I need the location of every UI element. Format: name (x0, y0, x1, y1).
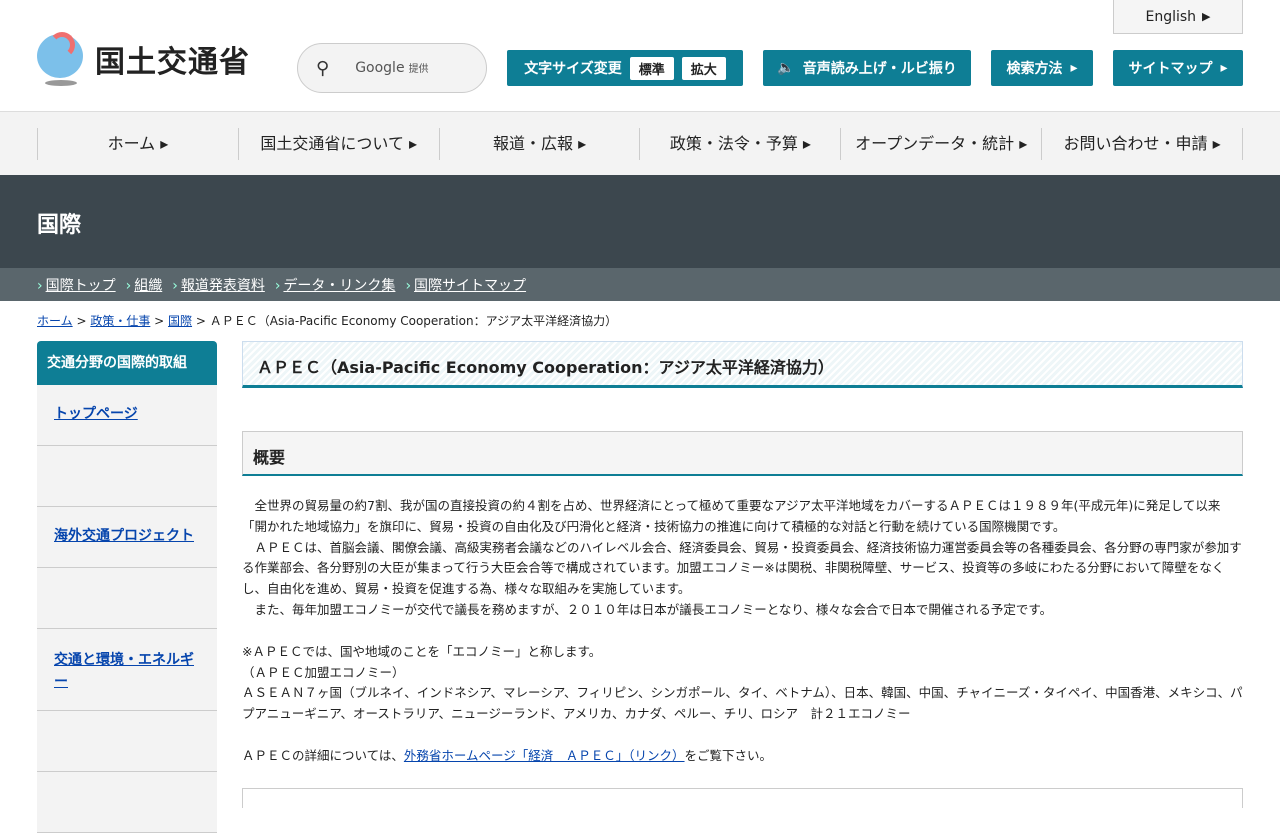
note: ＡＳＥＡＮ７ヶ国（ブルネイ、インドネシア、マレーシア、フィリピン、シンガポール、… (242, 685, 1243, 722)
arrow-icon: ▸ (1070, 60, 1078, 76)
header: 国土交通省 ⚲ Google 提供 文字サイズ変更 標準 拡大 🔈 音声読み上げ・ル… (0, 0, 1280, 112)
sidebar-item-empty (37, 568, 217, 629)
logo-icon (37, 32, 85, 86)
detail-text: をご覧下さい。 (684, 747, 773, 763)
search-method-button[interactable]: 検索方法 ▸ (991, 50, 1093, 86)
global-nav: ホーム ▸ 国土交通省について ▸ 報道・広報 ▸ 政策・法令・予算 ▸ オープ… (0, 112, 1280, 175)
sidebar-item-empty (37, 772, 217, 833)
breadcrumb-home[interactable]: ホーム (37, 314, 73, 328)
gnav-press[interactable]: 報道・広報 ▸ (438, 127, 640, 160)
english-label: English (1145, 8, 1197, 25)
font-large-button[interactable]: 拡大 (681, 56, 726, 80)
main-content: ＡＰＥＣ（Asia-Pacific Economy Cooperation：アジ… (242, 341, 1243, 808)
sidebar-item-overseas[interactable]: 海外交通プロジェクト (54, 528, 194, 544)
sidebar-item-empty (37, 711, 217, 772)
subnav-top[interactable]: 国際トップ (46, 278, 116, 294)
paragraph: また、毎年加盟エコノミーが交代で議長を務めますが、２０１０年は日本が議長エコノミ… (242, 601, 1053, 617)
search-brand: Google (355, 60, 405, 76)
gnav-about[interactable]: 国土交通省について ▸ (237, 127, 439, 160)
note: ※ＡＰＥＣでは、国や地域のことを「エコノミー」と称します。 (242, 643, 602, 659)
sidebar-item-environment[interactable]: 交通と環境・エネルギー (54, 652, 194, 690)
page-title: ＡＰＥＣ（Asia-Pacific Economy Cooperation：アジ… (242, 341, 1243, 388)
sub-nav: › 国際トップ › 組織 › 報道発表資料 › データ・リンク集 › 国際サイトマップ (0, 268, 1280, 301)
search-provided: 提供 (408, 64, 429, 75)
breadcrumb-policy[interactable]: 政策・仕事 (90, 314, 150, 328)
speech-label: 音声読み上げ・ルビ振り (802, 61, 957, 77)
speaker-icon: 🔈 (777, 60, 795, 76)
logo[interactable]: 国土交通省 (37, 32, 250, 86)
note: （ＡＰＥＣ加盟エコノミー） (242, 664, 405, 680)
sidebar-title: 交通分野の国際的取組 (37, 341, 217, 385)
arrow-icon: ▶ (1202, 10, 1211, 23)
search-icon[interactable]: ⚲ (316, 58, 329, 79)
gnav-policy[interactable]: 政策・法令・予算 ▸ (639, 127, 840, 160)
gnav-home[interactable]: ホーム ▸ (37, 127, 238, 160)
english-button[interactable]: English ▶ (1113, 0, 1243, 34)
gnav-opendata[interactable]: オープンデータ・統計 ▸ (840, 127, 1041, 160)
mofa-link[interactable]: 外務省ホームページ「経済 ＡＰＥＣ」（リンク） (404, 748, 685, 763)
font-size-label: 文字サイズ変更 (524, 61, 622, 77)
sitemap-label: サイトマップ (1128, 61, 1213, 77)
subnav-sitemap[interactable]: 国際サイトマップ (414, 278, 526, 294)
sitemap-button[interactable]: サイトマップ ▸ (1113, 50, 1243, 86)
overview-heading: 概要 (242, 431, 1243, 476)
sidebar: 交通分野の国際的取組 トップページ 海外交通プロジェクト 交通と環境・エネルギー (37, 341, 217, 833)
breadcrumb-intl[interactable]: 国際 (168, 314, 192, 328)
subnav-press[interactable]: 報道発表資料 (181, 278, 265, 294)
arrow-icon: ▸ (1220, 60, 1228, 76)
next-section (242, 787, 1243, 808)
subnav-data[interactable]: データ・リンク集 (283, 278, 395, 294)
breadcrumb: ホーム > 政策・仕事 > 国際 > ＡＰＥＣ（Asia-Pacific Eco… (37, 314, 618, 328)
search-method-label: 検索方法 (1006, 61, 1063, 77)
paragraph: ＡＰＥＣは、首脳会議、閣僚会議、高級実務者会議などのハイレベル会合、経済委員会、… (242, 539, 1242, 597)
breadcrumb-current: ＡＰＥＣ（Asia-Pacific Economy Cooperation：アジ… (209, 314, 618, 328)
sidebar-item-empty (37, 446, 217, 507)
speech-button[interactable]: 🔈 音声読み上げ・ルビ振り (763, 50, 971, 86)
subnav-org[interactable]: 組織 (134, 278, 162, 294)
logo-text: 国土交通省 (95, 45, 250, 80)
paragraph: 全世界の貿易量の約7割、我が国の直接投資の約４割を占め、世界経済にとって極めて重… (242, 498, 1221, 534)
gnav-contact[interactable]: お問い合わせ・申請 ▸ (1041, 127, 1243, 160)
overview-body: 全世界の貿易量の約7割、我が国の直接投資の約４割を占め、世界経済にとって極めて重… (242, 496, 1243, 767)
search-input[interactable]: ⚲ Google 提供 (297, 43, 487, 93)
font-standard-button[interactable]: 標準 (629, 56, 674, 80)
font-size-control: 文字サイズ変更 標準 拡大 (507, 50, 743, 86)
section-title: 国際 (0, 175, 1280, 268)
detail-text: ＡＰＥＣの詳細については、 (242, 747, 404, 763)
sidebar-item-top[interactable]: トップページ (54, 406, 138, 422)
